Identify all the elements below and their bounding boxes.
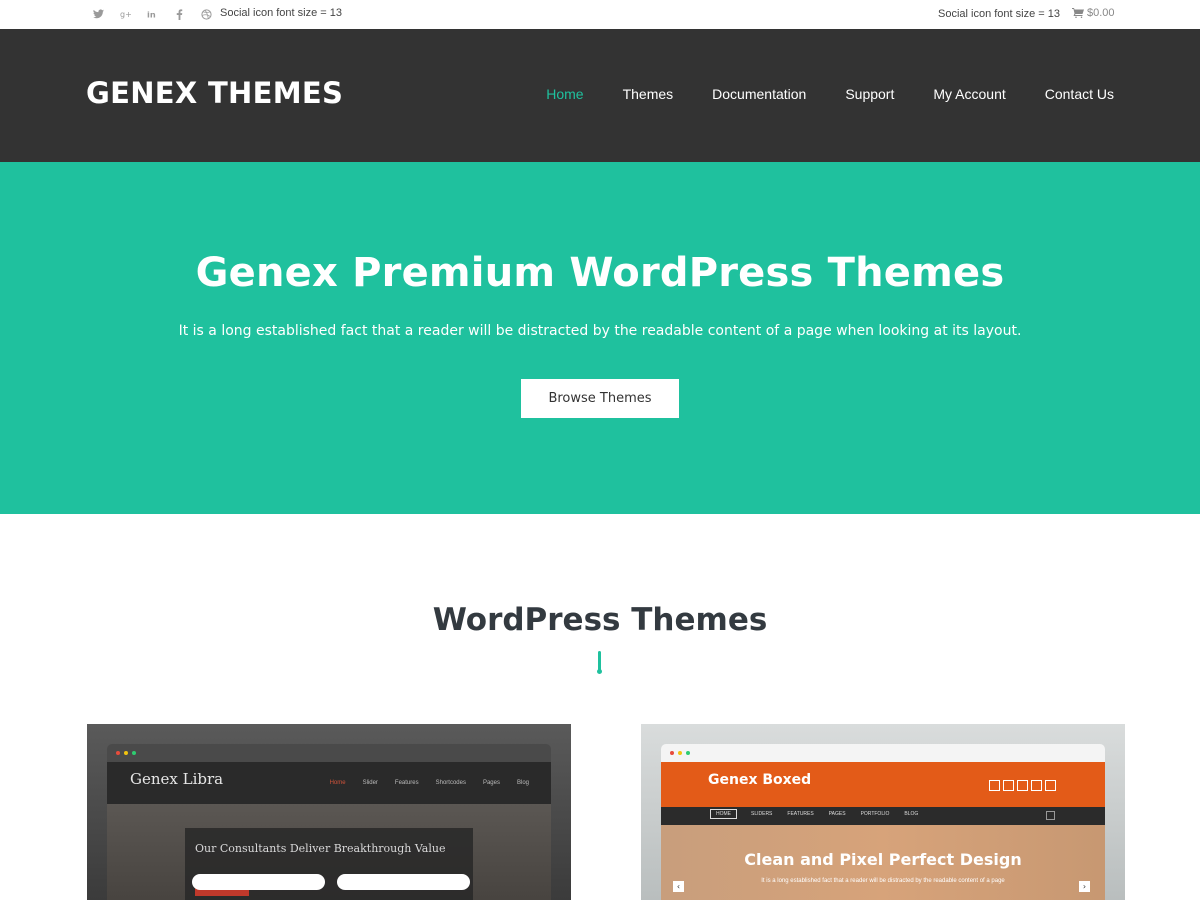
- nav-item-documentation[interactable]: Documentation: [712, 86, 806, 102]
- preview-social: [989, 780, 1056, 791]
- preview-header: Genex Libra Home Slider Features Shortco…: [107, 762, 551, 804]
- theme-preview: Genex Libra Home Slider Features Shortco…: [107, 744, 551, 900]
- preview-text: It is a long established fact that a rea…: [761, 878, 1005, 884]
- social-box-icon: [989, 780, 1000, 791]
- preview-pill: [192, 874, 325, 890]
- preview-nav-item: Home: [329, 780, 346, 786]
- hero-title: Genex Premium WordPress Themes: [195, 250, 1005, 296]
- twitter-icon[interactable]: [85, 6, 112, 22]
- linkedin-icon[interactable]: in: [139, 6, 166, 22]
- theme-card-boxed[interactable]: Genex Boxed HOME SLIDERS FEATURES PAGES …: [641, 724, 1125, 900]
- window-dot-icon: [686, 751, 690, 755]
- window-dot-icon: [124, 751, 128, 755]
- theme-card-libra[interactable]: Genex Libra Home Slider Features Shortco…: [87, 724, 571, 900]
- topbar-left-text: Social icon font size = 13: [220, 7, 342, 19]
- preview-nav-item: Pages: [482, 780, 500, 786]
- window-dot-icon: [670, 751, 674, 755]
- window-dot-icon: [678, 751, 682, 755]
- preview-nav-item: HOME: [710, 809, 737, 819]
- hero-section: Genex Premium WordPress Themes It is a l…: [0, 162, 1200, 514]
- social-box-icon: [1045, 780, 1056, 791]
- chevron-left-icon: ‹: [673, 881, 684, 892]
- cart-link[interactable]: $0.00: [1072, 7, 1115, 19]
- svg-text:g+: g+: [120, 10, 132, 19]
- preview-nav-item: PORTFOLIO: [860, 811, 890, 817]
- browser-chrome: [107, 744, 551, 762]
- preview-logo: Genex Boxed: [708, 772, 812, 788]
- site-header: GENEX THEMES Home Themes Documentation S…: [0, 29, 1200, 162]
- window-dot-icon: [116, 751, 120, 755]
- social-box-icon: [1017, 780, 1028, 791]
- nav-item-my-account[interactable]: My Account: [933, 86, 1005, 102]
- main-nav: Home Themes Documentation Support My Acc…: [546, 86, 1114, 102]
- theme-preview: Genex Boxed HOME SLIDERS FEATURES PAGES …: [661, 744, 1105, 900]
- preview-logo: Genex Libra: [130, 770, 224, 788]
- hero-subtitle: It is a long established fact that a rea…: [178, 323, 1022, 339]
- preview-nav-item: Shortcodes: [435, 780, 466, 786]
- social-links: g+ in: [85, 6, 220, 22]
- browser-chrome: [661, 744, 1105, 762]
- social-box-icon: [1003, 780, 1014, 791]
- cart-icon: [1072, 8, 1084, 18]
- preview-pill: [337, 874, 470, 890]
- preview-nav-item: Features: [394, 780, 419, 786]
- browse-themes-button[interactable]: Browse Themes: [521, 379, 679, 418]
- nav-item-contact-us[interactable]: Contact Us: [1045, 86, 1114, 102]
- preview-nav-item: SLIDERS: [751, 811, 773, 817]
- preview-nav-item: Slider: [362, 780, 378, 786]
- top-bar: g+ in Social icon font size = 13 Social …: [0, 0, 1200, 29]
- svg-text:in: in: [147, 9, 156, 19]
- chevron-right-icon: ›: [1079, 881, 1090, 892]
- section-title: WordPress Themes: [432, 602, 768, 638]
- section-divider: [597, 651, 602, 674]
- preview-headline: Clean and Pixel Perfect Design: [744, 850, 1022, 869]
- site-logo[interactable]: GENEX THEMES: [86, 76, 343, 110]
- preview-hero: Clean and Pixel Perfect Design It is a l…: [661, 825, 1105, 900]
- dribbble-icon[interactable]: [193, 6, 220, 22]
- nav-item-support[interactable]: Support: [845, 86, 894, 102]
- window-dot-icon: [132, 751, 136, 755]
- nav-item-themes[interactable]: Themes: [623, 86, 674, 102]
- preview-hero: Our Consultants Deliver Breakthrough Val…: [107, 804, 551, 900]
- preview-headline: Our Consultants Deliver Breakthrough Val…: [195, 842, 446, 855]
- preview-nav-item: PAGES: [828, 811, 846, 817]
- facebook-icon[interactable]: [166, 6, 193, 22]
- preview-nav-item: Blog: [516, 780, 529, 786]
- preview-nav: Home Slider Features Shortcodes Pages Bl…: [330, 780, 529, 786]
- social-box-icon: [1031, 780, 1042, 791]
- cart-amount: $0.00: [1087, 7, 1115, 19]
- topbar-right-text: Social icon font size = 13: [938, 8, 1060, 20]
- preview-nav-item: FEATURES: [787, 811, 814, 817]
- preview-nav-item: BLOG: [904, 811, 919, 817]
- preview-nav: HOME SLIDERS FEATURES PAGES PORTFOLIO BL…: [661, 807, 1105, 825]
- preview-header: Genex Boxed: [661, 762, 1105, 807]
- google-plus-icon[interactable]: g+: [112, 6, 139, 22]
- preview-search-icon: [1046, 811, 1055, 820]
- preview-nav-items: HOME SLIDERS FEATURES PAGES PORTFOLIO BL…: [710, 809, 919, 819]
- nav-item-home[interactable]: Home: [546, 86, 583, 102]
